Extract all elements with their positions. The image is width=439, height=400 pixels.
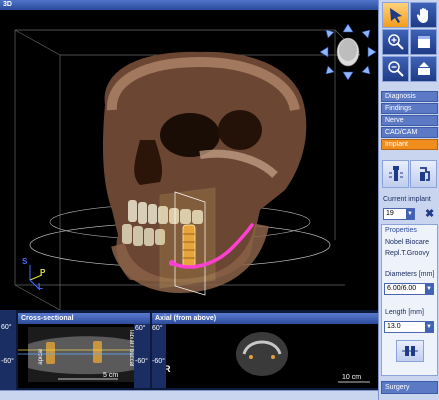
axial-scale: 10 cm: [342, 374, 362, 381]
axial-angle-bottom: -60°: [152, 358, 165, 365]
axis-label-s: S: [22, 257, 28, 266]
rotate-up-icon: [342, 24, 354, 33]
status-bar: [0, 390, 378, 400]
diameters-value: 6.00/6.00: [387, 285, 417, 292]
diameters-select[interactable]: 6.00/6.00 ▼: [384, 283, 434, 295]
length-label: Length [mm]: [385, 309, 424, 316]
cross-sectional-title: Cross-sectional: [18, 313, 150, 324]
3d-viewport[interactable]: S P L: [0, 10, 378, 310]
length-value: 13.0: [387, 323, 401, 330]
axis-label-l: L: [38, 282, 43, 291]
implant-icon: [388, 166, 403, 181]
left-edge-rail[interactable]: 60° -60°: [0, 310, 16, 390]
diameters-label: Diameters [mm]: [385, 271, 435, 278]
pan-tool-button[interactable]: [410, 2, 437, 28]
cross-angle-bottom: -60°: [135, 358, 148, 365]
abutment-button[interactable]: [410, 160, 437, 188]
chevron-down-icon: ▼: [425, 322, 433, 332]
right-tool-panel: Diagnosis Findings Nerve CAD/CAM Implant Cur…: [378, 0, 439, 400]
zoom-in-button[interactable]: [382, 29, 409, 55]
select-tool-button[interactable]: [382, 2, 409, 28]
current-implant-value: 19: [386, 210, 394, 217]
implant-insert-button[interactable]: [382, 160, 409, 188]
bottom-views: 60° -60° Cross-sectional 5 cm apical lab…: [0, 310, 378, 390]
chevron-down-icon: ▼: [425, 284, 433, 294]
axial-title: Axial (from above): [152, 313, 378, 324]
axis-label-p: P: [40, 268, 46, 277]
tab-diagnosis[interactable]: Diagnosis: [381, 91, 438, 102]
axial-view[interactable]: R 10 cm: [152, 324, 378, 388]
properties-box: Properties Nobel Biocare Repl.T.Groovy D…: [381, 224, 438, 376]
zoom-out-button[interactable]: [382, 56, 409, 82]
tab-findings[interactable]: Findings: [381, 103, 438, 114]
zoom-out-icon: [387, 61, 404, 77]
current-implant-label: Current implant: [383, 196, 431, 203]
window-restore-icon: [417, 62, 430, 75]
apical-label: apical: [38, 349, 44, 365]
hand-icon: [416, 8, 428, 23]
abutment-icon: [419, 167, 430, 181]
cross-sectional-rail[interactable]: 60° -60°: [134, 324, 150, 388]
rotate-left-icon: [320, 46, 329, 58]
restore-view-button[interactable]: [410, 56, 437, 82]
tab-nerve[interactable]: Nerve: [381, 115, 438, 126]
window-maximize-icon: [417, 36, 430, 48]
tab-cad-cam[interactable]: CAD/CAM: [381, 127, 438, 138]
rotate-right-icon: [367, 46, 376, 58]
axial-angle-top: 60°: [152, 325, 163, 332]
maximize-view-button[interactable]: [410, 29, 437, 55]
zoom-in-icon: [387, 34, 404, 50]
delete-implant-icon[interactable]: ✖: [425, 207, 434, 220]
model-text: Repl.T.Groovy: [385, 250, 430, 257]
manufacturer-text: Nobel Biocare: [385, 239, 429, 246]
axial-rail[interactable]: 60° -60°: [152, 324, 166, 388]
rotate-down-icon: [342, 71, 354, 80]
tab-implant[interactable]: Implant: [381, 139, 438, 150]
window-title: 3D: [0, 0, 378, 10]
implant-angle-button[interactable]: [396, 340, 424, 362]
cross-angle-top: 60°: [135, 325, 146, 332]
current-implant-select[interactable]: 19 ▼: [383, 208, 415, 220]
arrow-pointer-icon: [389, 8, 402, 23]
properties-label: Properties: [385, 227, 417, 234]
chevron-down-icon: ▼: [406, 209, 414, 219]
surgery-tab[interactable]: Surgery: [381, 381, 438, 394]
left-angle-top: 60°: [1, 324, 12, 331]
cross-sectional-scale: 5 cm: [103, 372, 119, 379]
orientation-widget[interactable]: [320, 24, 376, 80]
length-select[interactable]: 13.0 ▼: [384, 321, 434, 333]
implant-length-icon: [402, 346, 418, 356]
left-angle-bottom: -60°: [1, 358, 14, 365]
cross-sectional-view[interactable]: 5 cm apical labial / buccal: [18, 324, 150, 388]
